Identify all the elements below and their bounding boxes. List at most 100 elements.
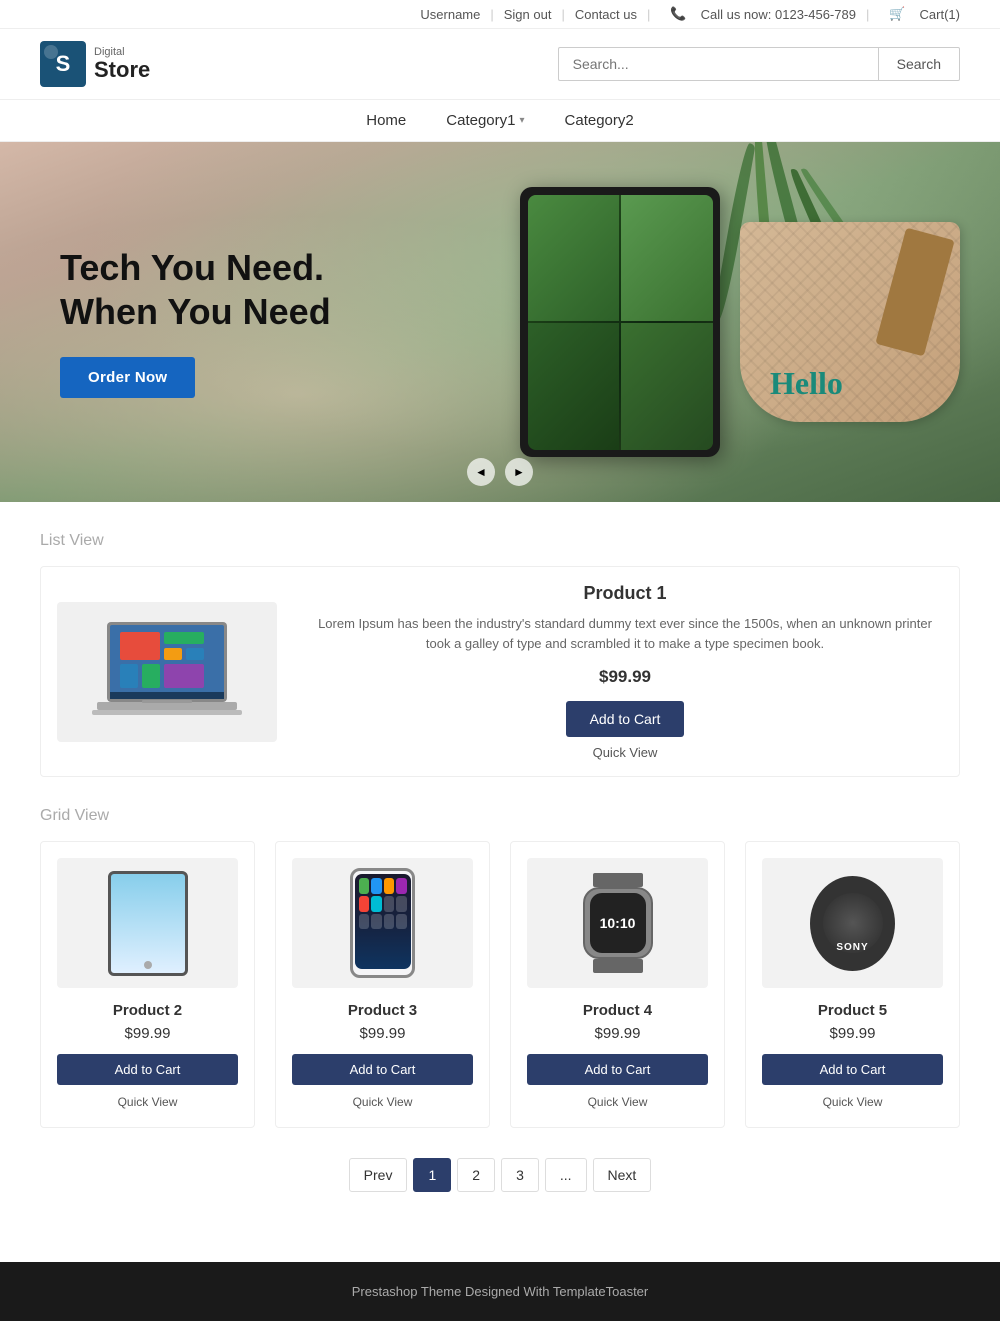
speaker-illustration: SONY (810, 876, 895, 971)
product4-add-to-cart[interactable]: Add to Cart (527, 1054, 708, 1085)
carousel-next-button[interactable]: ► (505, 458, 533, 486)
product5-name: Product 5 (762, 1002, 943, 1019)
nav-home[interactable]: Home (366, 112, 406, 129)
watch-band-top (593, 873, 643, 887)
product2-price: $99.99 (57, 1025, 238, 1042)
watch-time-display: 10:10 (600, 915, 636, 931)
product3-add-to-cart[interactable]: Add to Cart (292, 1054, 473, 1085)
pagination-next[interactable]: Next (593, 1158, 652, 1192)
product3-name: Product 3 (292, 1002, 473, 1019)
footer-text: Prestashop Theme Designed With TemplateT… (352, 1284, 649, 1299)
product5-quick-view[interactable]: Quick View (823, 1095, 883, 1109)
product3-price: $99.99 (292, 1025, 473, 1042)
tablet-illustration (108, 871, 188, 976)
hero-device-illustration (520, 187, 720, 457)
logo-store: Store (94, 58, 150, 82)
app-icon (371, 896, 382, 912)
search-button[interactable]: Search (878, 47, 960, 81)
app-icon (384, 896, 395, 912)
divider4: | (866, 7, 869, 22)
logo-text: Digital Store (94, 46, 150, 82)
product2-quick-view[interactable]: Quick View (118, 1095, 178, 1109)
divider1: | (490, 7, 493, 22)
phone-number: Call us now: 0123-456-789 (701, 7, 856, 22)
list-view-title: List View (40, 532, 960, 550)
carousel-prev-button[interactable]: ◄ (467, 458, 495, 486)
cart-icon: 🛒 (889, 6, 905, 22)
cart-info[interactable]: 🛒 Cart(1) (879, 6, 960, 22)
top-bar: Username | Sign out | Contact us | 📞 Cal… (0, 0, 1000, 29)
pagination-page-3[interactable]: 3 (501, 1158, 539, 1192)
product4-quick-view[interactable]: Quick View (588, 1095, 648, 1109)
product1-price: $99.99 (307, 667, 943, 687)
app-icon (396, 896, 407, 912)
app-icon (359, 914, 370, 930)
logo-icon: S (40, 41, 86, 87)
contact-link[interactable]: Contact us (575, 7, 637, 22)
phone-info: 📞 Call us now: 0123-456-789 (660, 6, 856, 22)
pagination-page-2[interactable]: 2 (457, 1158, 495, 1192)
product5-image: SONY (762, 858, 943, 988)
nav-category1[interactable]: Category1 ▾ (446, 112, 524, 129)
device-screen (528, 195, 713, 450)
product1-quick-view[interactable]: Quick View (593, 745, 658, 760)
grid-view-container: Product 2 $99.99 Add to Cart Quick View (40, 841, 960, 1128)
screen-cell (528, 323, 620, 450)
product1-name: Product 1 (307, 583, 943, 604)
grid-view-title: Grid View (40, 807, 960, 825)
footer: Prestashop Theme Designed With TemplateT… (0, 1262, 1000, 1321)
username-link[interactable]: Username (420, 7, 480, 22)
product3-quick-view[interactable]: Quick View (353, 1095, 413, 1109)
grid-product-3: Product 3 $99.99 Add to Cart Quick View (275, 841, 490, 1128)
product5-add-to-cart[interactable]: Add to Cart (762, 1054, 943, 1085)
grid-product-4: 10:10 Product 4 $99.99 Add to Cart Quick… (510, 841, 725, 1128)
pagination-page-1[interactable]: 1 (413, 1158, 451, 1192)
logo[interactable]: S Digital Store (40, 41, 150, 87)
product4-image: 10:10 (527, 858, 708, 988)
search-bar: Search (558, 47, 960, 81)
chevron-down-icon: ▾ (519, 115, 524, 126)
home-button (144, 961, 152, 969)
list-view-product: Product 1 Lorem Ipsum has been the indus… (40, 566, 960, 777)
main-content: List View (0, 502, 1000, 1262)
product4-name: Product 4 (527, 1002, 708, 1019)
app-icon (371, 878, 382, 894)
product1-desc: Lorem Ipsum has been the industry's stan… (307, 614, 943, 653)
grid-product-2: Product 2 $99.99 Add to Cart Quick View (40, 841, 255, 1128)
app-icon (371, 914, 382, 930)
hero-cta-button[interactable]: Order Now (60, 357, 195, 398)
phone-icon: 📞 (670, 6, 686, 22)
app-icon (396, 878, 407, 894)
divider3: | (647, 7, 650, 22)
laptop-svg (82, 612, 252, 732)
product2-image (57, 858, 238, 988)
hero-title: Tech You Need. When You Need (60, 246, 331, 332)
app-icon (384, 914, 395, 930)
phone-screen (355, 874, 411, 969)
watch-band-bottom (593, 959, 643, 973)
signout-link[interactable]: Sign out (504, 7, 552, 22)
pagination-ellipsis: ... (545, 1158, 587, 1192)
nav-category2[interactable]: Category2 (565, 112, 634, 129)
nav: Home Category1 ▾ Category2 (0, 100, 1000, 142)
product2-add-to-cart[interactable]: Add to Cart (57, 1054, 238, 1085)
watch-face-inner: 10:10 (590, 893, 646, 953)
search-input[interactable] (558, 47, 878, 81)
watch-illustration: 10:10 (573, 873, 663, 973)
screen-cell (621, 323, 713, 450)
screen-cell (528, 195, 620, 322)
tablet-device (108, 871, 188, 976)
pagination-prev[interactable]: Prev (349, 1158, 408, 1192)
phone-illustration (350, 868, 415, 978)
watch-face: 10:10 (583, 887, 653, 960)
product5-price: $99.99 (762, 1025, 943, 1042)
divider2: | (561, 7, 564, 22)
hero-basket-illustration (740, 222, 960, 422)
app-icon (359, 878, 370, 894)
hero-content: Tech You Need. When You Need Order Now (0, 206, 391, 437)
hero-banner: Tech You Need. When You Need Order Now ◄… (0, 142, 1000, 502)
pagination: Prev 1 2 3 ... Next (40, 1158, 960, 1192)
product4-price: $99.99 (527, 1025, 708, 1042)
product1-add-to-cart[interactable]: Add to Cart (566, 701, 685, 737)
product2-name: Product 2 (57, 1002, 238, 1019)
